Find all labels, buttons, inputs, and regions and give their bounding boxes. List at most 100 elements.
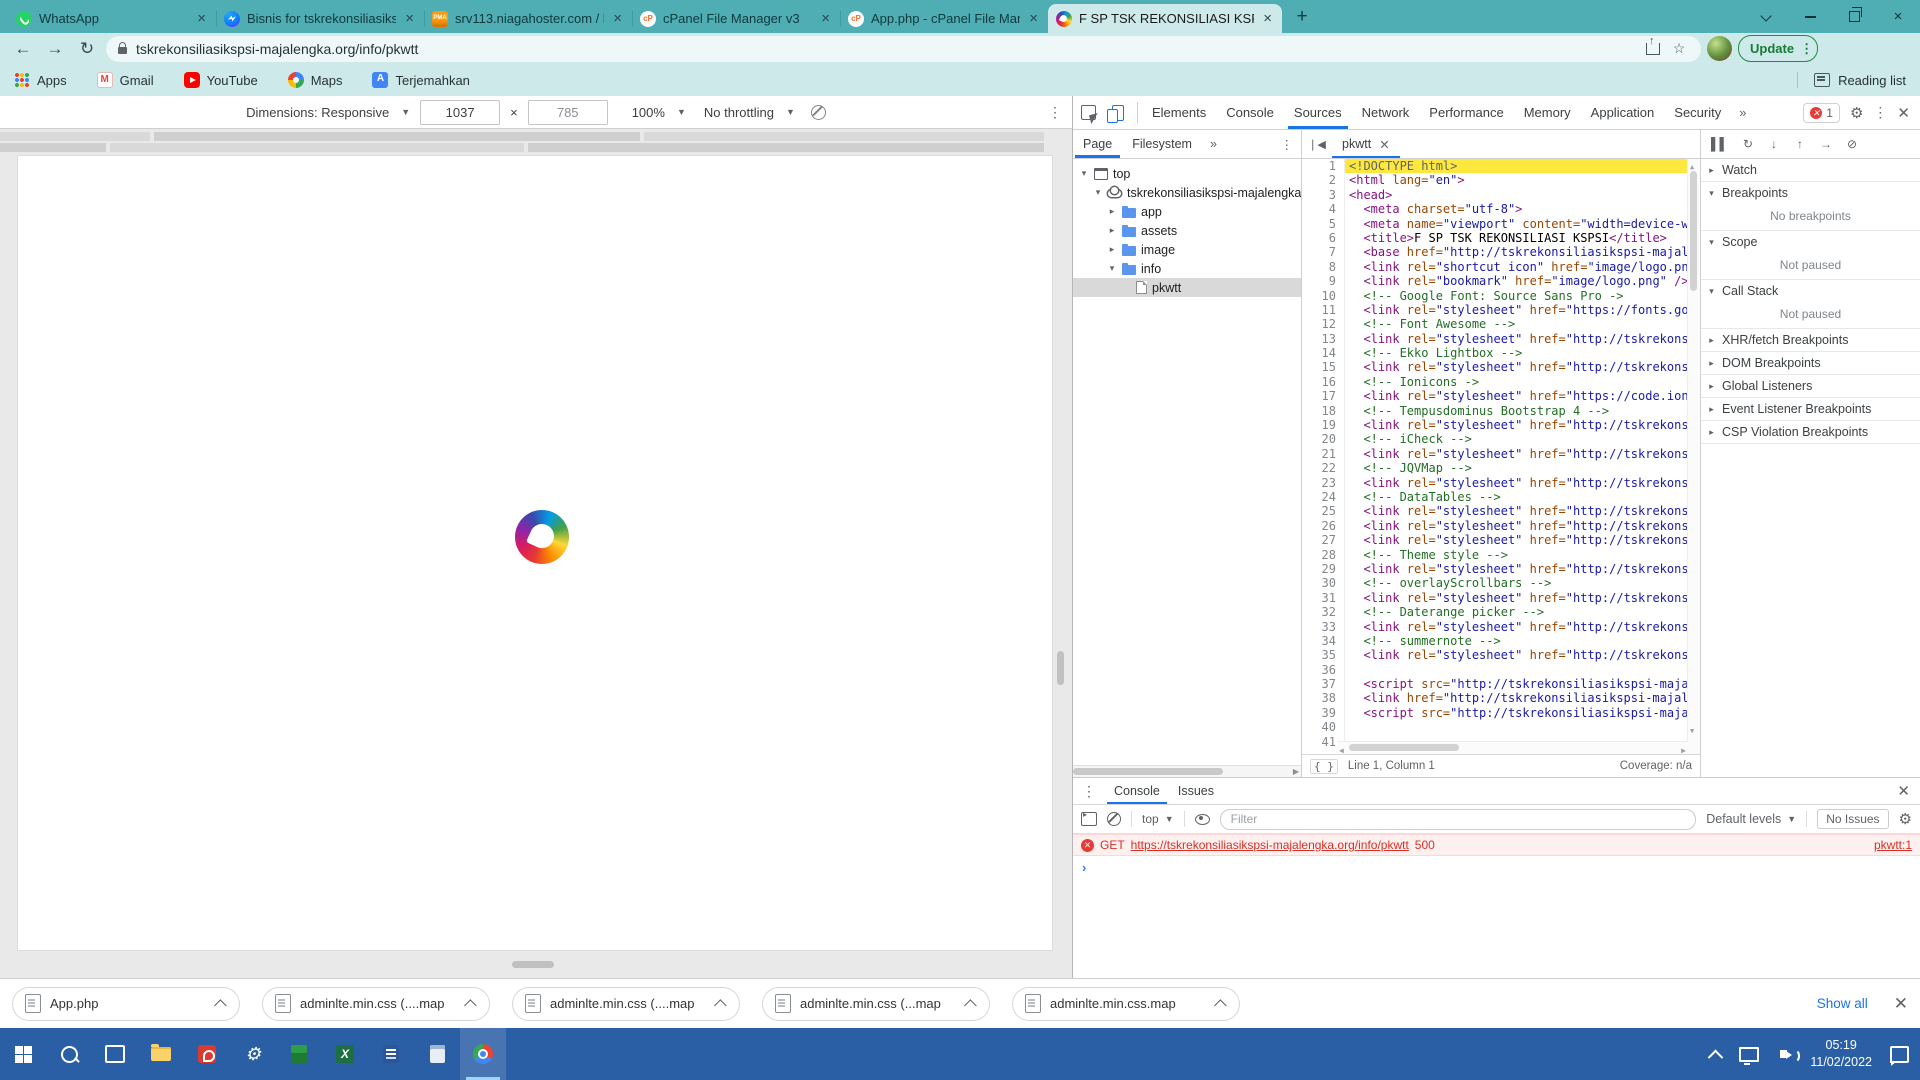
step-over-icon[interactable]: ↻ bbox=[1742, 137, 1754, 151]
console-filter-input[interactable] bbox=[1220, 809, 1697, 830]
code-line[interactable]: 39 <script src="http://tskrekonsiliasiks… bbox=[1302, 706, 1700, 720]
code-line[interactable]: 16 <!-- Ionicons -> bbox=[1302, 375, 1700, 389]
page-viewport[interactable] bbox=[18, 156, 1052, 950]
address-bar[interactable]: tskrekonsiliasikspsi-majalengka.org/info… bbox=[106, 36, 1701, 62]
devtools-kebab-icon[interactable]: ⋮ bbox=[1873, 104, 1887, 121]
code-line[interactable]: 31 <link rel="stylesheet" href="http://t… bbox=[1302, 591, 1700, 605]
tab-close-icon[interactable]: × bbox=[403, 10, 416, 27]
code-line[interactable]: 21 <link rel="stylesheet" href="http://t… bbox=[1302, 447, 1700, 461]
reading-list-label[interactable]: Reading list bbox=[1838, 73, 1906, 88]
tree-item-info[interactable]: ▾info bbox=[1073, 259, 1301, 278]
tab-search-chevron-icon[interactable] bbox=[1744, 0, 1788, 33]
restore-button[interactable] bbox=[1832, 0, 1876, 33]
navigator-tab-page[interactable]: Page bbox=[1073, 130, 1122, 158]
step-out-icon[interactable]: ↑ bbox=[1794, 137, 1806, 151]
media-query-bar[interactable] bbox=[0, 132, 1044, 141]
code-line[interactable]: 11 <link rel="stylesheet" href="https://… bbox=[1302, 303, 1700, 317]
code-line[interactable]: 17 <link rel="stylesheet" href="https://… bbox=[1302, 389, 1700, 403]
code-line[interactable]: 36 bbox=[1302, 663, 1700, 677]
zoom-dropdown-icon[interactable]: ▼ bbox=[677, 107, 686, 117]
taskbar-word-icon[interactable] bbox=[368, 1028, 414, 1080]
code-line[interactable]: 38 <link href="http://tskrekonsiliasiksp… bbox=[1302, 691, 1700, 705]
navigator-more-tabs-icon[interactable]: » bbox=[1202, 130, 1225, 158]
tab-close-icon[interactable]: × bbox=[1027, 10, 1040, 27]
section-arrow-icon[interactable]: ▸ bbox=[1707, 427, 1716, 438]
section-arrow-icon[interactable]: ▸ bbox=[1707, 335, 1716, 346]
close-button[interactable]: × bbox=[1876, 0, 1920, 33]
code-line[interactable]: 22 <!-- JQVMap --> bbox=[1302, 461, 1700, 475]
tray-display-icon[interactable] bbox=[1734, 1028, 1764, 1080]
download-chip[interactable]: adminlte.min.css.map bbox=[1012, 987, 1240, 1021]
drawer-close-icon[interactable]: ✕ bbox=[1887, 778, 1920, 804]
code-line[interactable]: 33 <link rel="stylesheet" href="http://t… bbox=[1302, 620, 1700, 634]
code-line[interactable]: 14 <!-- Ekko Lightbox --> bbox=[1302, 346, 1700, 360]
minimize-button[interactable] bbox=[1788, 0, 1832, 33]
download-chevron-icon[interactable] bbox=[464, 999, 477, 1012]
code-line[interactable]: 34 <!-- summernote --> bbox=[1302, 634, 1700, 648]
devtools-tab-elements[interactable]: Elements bbox=[1142, 96, 1216, 129]
code-line[interactable]: 9 <link rel="bookmark" href="image/logo.… bbox=[1302, 274, 1700, 288]
sidebar-section-header-event-listener-breakpoints[interactable]: ▸Event Listener Breakpoints bbox=[1701, 398, 1920, 420]
devtools-tab-network[interactable]: Network bbox=[1352, 96, 1420, 129]
dimensions-label[interactable]: Dimensions: Responsive bbox=[246, 105, 389, 120]
tree-item-top[interactable]: ▾top bbox=[1073, 164, 1301, 183]
more-tabs-icon[interactable]: » bbox=[1731, 96, 1754, 129]
taskbar-sheets-icon[interactable] bbox=[276, 1028, 322, 1080]
browser-tab[interactable]: srv113.niagahoster.com / localho× bbox=[424, 4, 632, 33]
no-issues-button[interactable]: No Issues bbox=[1817, 809, 1888, 829]
console-prompt[interactable]: › bbox=[1073, 856, 1920, 879]
code-line[interactable]: 18 <!-- Tempusdominus Bootstrap 4 --> bbox=[1302, 404, 1700, 418]
code-line[interactable]: 29 <link rel="stylesheet" href="http://t… bbox=[1302, 562, 1700, 576]
download-chevron-icon[interactable] bbox=[714, 999, 727, 1012]
sidebar-section-header-xhr-fetch-breakpoints[interactable]: ▸XHR/fetch Breakpoints bbox=[1701, 329, 1920, 351]
throttling-dropdown-icon[interactable]: ▼ bbox=[786, 107, 795, 117]
browser-tab[interactable]: WhatsApp× bbox=[8, 4, 216, 33]
dimensions-dropdown-icon[interactable]: ▼ bbox=[401, 107, 410, 117]
drawer-tab-console[interactable]: Console bbox=[1105, 778, 1169, 804]
taskbar-excel-icon[interactable] bbox=[322, 1028, 368, 1080]
inspect-element-icon[interactable] bbox=[1073, 96, 1103, 129]
code-line[interactable]: 32 <!-- Daterange picker --> bbox=[1302, 605, 1700, 619]
tree-arrow-icon[interactable]: ▸ bbox=[1107, 244, 1117, 255]
code-line[interactable]: 25 <link rel="stylesheet" href="http://t… bbox=[1302, 504, 1700, 518]
tab-close-icon[interactable]: × bbox=[819, 10, 832, 27]
tray-volume-icon[interactable] bbox=[1768, 1028, 1798, 1080]
download-chevron-icon[interactable] bbox=[214, 999, 227, 1012]
code-line[interactable]: 15 <link rel="stylesheet" href="http://t… bbox=[1302, 360, 1700, 374]
browser-tab[interactable]: cPanel File Manager v3× bbox=[632, 4, 840, 33]
deactivate-breakpoints-icon[interactable]: ⊘ bbox=[1846, 137, 1858, 151]
sidebar-section-header-dom-breakpoints[interactable]: ▸DOM Breakpoints bbox=[1701, 352, 1920, 374]
taskbar-file-explorer-icon[interactable] bbox=[138, 1028, 184, 1080]
tray-hidden-icons-chevron-icon[interactable] bbox=[1700, 1028, 1730, 1080]
download-chip[interactable]: App.php bbox=[12, 987, 240, 1021]
collapse-navigator-icon[interactable]: ❘◀ bbox=[1302, 130, 1332, 158]
download-chip[interactable]: adminlte.min.css (...map bbox=[762, 987, 990, 1021]
code-line[interactable]: 20 <!-- iCheck --> bbox=[1302, 432, 1700, 446]
bookmark-gmail[interactable]: Gmail bbox=[97, 72, 154, 88]
taskbar-calculator-icon[interactable] bbox=[414, 1028, 460, 1080]
tree-arrow-icon[interactable]: ▾ bbox=[1079, 168, 1089, 179]
viewport-height-input[interactable] bbox=[528, 100, 608, 125]
editor-tab-pkwtt[interactable]: pkwtt ✕ bbox=[1332, 130, 1400, 158]
download-chevron-icon[interactable] bbox=[964, 999, 977, 1012]
code-line[interactable]: 23 <link rel="stylesheet" href="http://t… bbox=[1302, 476, 1700, 490]
code-line[interactable]: 13 <link rel="stylesheet" href="http://t… bbox=[1302, 332, 1700, 346]
sidebar-section-header-csp-violation-breakpoints[interactable]: ▸CSP Violation Breakpoints bbox=[1701, 421, 1920, 443]
tree-item-image[interactable]: ▸image bbox=[1073, 240, 1301, 259]
code-line[interactable]: 5 <meta name="viewport" content="width=d… bbox=[1302, 217, 1700, 231]
section-arrow-icon[interactable]: ▾ bbox=[1707, 188, 1716, 199]
code-line[interactable]: 19 <link rel="stylesheet" href="http://t… bbox=[1302, 418, 1700, 432]
bookmark-maps[interactable]: Maps bbox=[288, 72, 343, 88]
tree-item-origin[interactable]: ▾tskrekonsiliasikspsi-majalengka.o bbox=[1073, 183, 1301, 202]
tree-arrow-icon[interactable]: ▾ bbox=[1093, 187, 1103, 198]
update-button[interactable]: Update ⋮ bbox=[1738, 35, 1818, 62]
taskbar-chrome-icon[interactable] bbox=[460, 1028, 506, 1080]
tree-item-assets[interactable]: ▸assets bbox=[1073, 221, 1301, 240]
devtools-tab-application[interactable]: Application bbox=[1581, 96, 1665, 129]
sidebar-section-header-call-stack[interactable]: ▾Call Stack bbox=[1701, 280, 1920, 302]
section-arrow-icon[interactable]: ▸ bbox=[1707, 381, 1716, 392]
bookmark-youtube[interactable]: YouTube bbox=[184, 72, 258, 88]
error-badge[interactable]: ✕1 bbox=[1803, 103, 1840, 123]
tab-close-icon[interactable]: × bbox=[195, 10, 208, 27]
show-all-link[interactable]: Show all bbox=[1817, 996, 1868, 1011]
